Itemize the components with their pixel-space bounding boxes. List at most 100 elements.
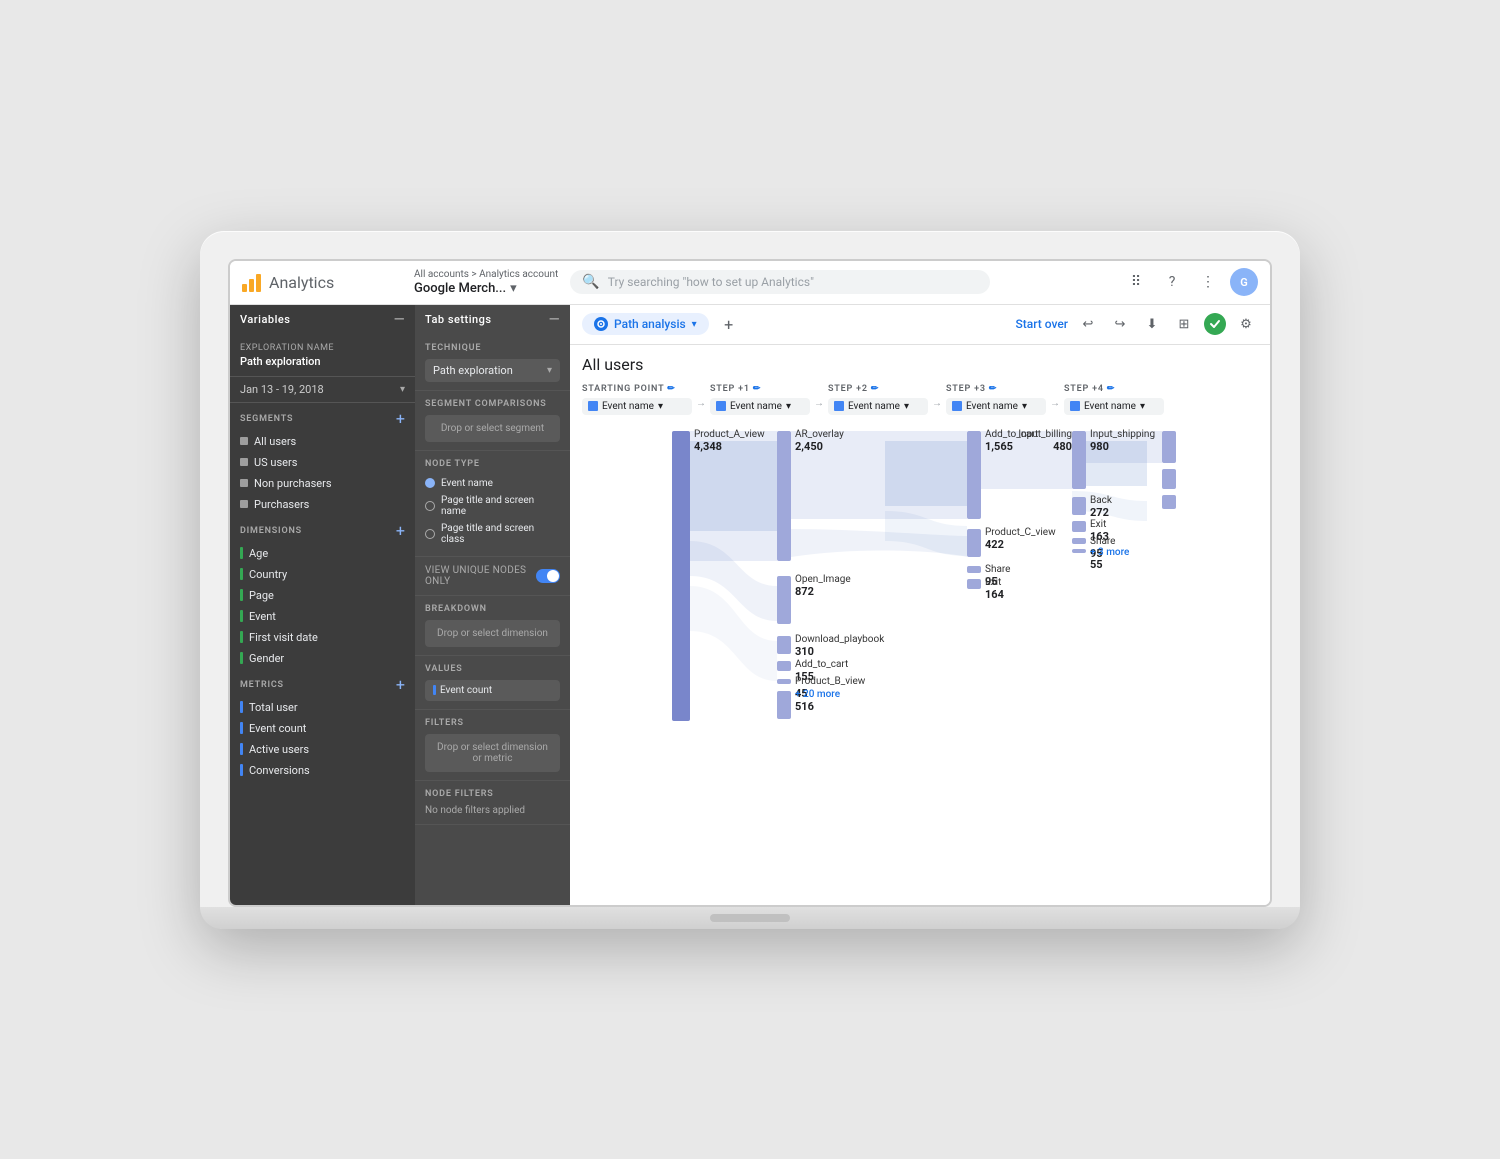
dim-bar bbox=[240, 652, 243, 664]
dim-bar bbox=[240, 589, 243, 601]
dim-age[interactable]: Age bbox=[230, 543, 415, 564]
metric-conversions[interactable]: Conversions bbox=[230, 760, 415, 781]
segment-non-purchasers[interactable]: Non purchasers bbox=[230, 473, 415, 494]
exploration-label: Exploration name bbox=[240, 343, 405, 353]
segments-title: SEGMENTS bbox=[240, 414, 293, 424]
node-label-more1[interactable]: + 20 more 516 bbox=[795, 689, 840, 713]
undo-btn[interactable]: ↩ bbox=[1076, 312, 1100, 336]
path-analysis-label: Path analysis bbox=[614, 317, 686, 331]
node-type-event-name[interactable]: Event name bbox=[425, 475, 560, 492]
date-range[interactable]: Jan 13 - 19, 2018 ▾ bbox=[230, 377, 415, 403]
node-label-inputshipping[interactable]: Input_shipping 980 bbox=[1090, 429, 1155, 453]
event-selector-4[interactable]: Event name ▾ bbox=[1064, 398, 1164, 415]
path-icon bbox=[594, 317, 608, 331]
dim-page[interactable]: Page bbox=[230, 585, 415, 606]
segment-us-users[interactable]: US users bbox=[230, 452, 415, 473]
redo-btn[interactable]: ↪ bbox=[1108, 312, 1132, 336]
node-label-exit2[interactable]: Exit 164 bbox=[985, 577, 1004, 601]
node-label-productc[interactable]: Product_C_view 422 bbox=[985, 527, 1056, 551]
metric-total-user[interactable]: Total user bbox=[230, 697, 415, 718]
breakdown-drop[interactable]: Drop or select dimension bbox=[425, 620, 560, 647]
step4-col: STEP +4 ✏ Event name ▾ bbox=[1064, 384, 1164, 415]
arrow-1: → bbox=[692, 398, 710, 415]
ga-bar-2 bbox=[249, 279, 254, 292]
filters-title: FILTERS bbox=[425, 718, 560, 728]
dim-event[interactable]: Event bbox=[230, 606, 415, 627]
segment-purchasers[interactable]: Purchasers bbox=[230, 494, 415, 515]
viz-left-controls: Path analysis ▾ + bbox=[582, 312, 741, 336]
node-label-ar[interactable]: AR_overlay 2,450 bbox=[795, 429, 844, 453]
node-type-page-title[interactable]: Page title and screen name bbox=[425, 492, 560, 520]
add-dimension-btn[interactable]: + bbox=[396, 523, 405, 539]
top-bar: Analytics All accounts > Analytics accou… bbox=[230, 261, 1270, 305]
event-selector-1[interactable]: Event name ▾ bbox=[710, 398, 810, 415]
view-unique-toggle[interactable] bbox=[536, 569, 560, 583]
dim-first-visit[interactable]: First visit date bbox=[230, 627, 415, 648]
add-tab-btn[interactable]: + bbox=[717, 312, 741, 336]
node-label-more3[interactable]: + 3 more 55 bbox=[1090, 547, 1129, 571]
node-filters-section: NODE FILTERS No node filters applied bbox=[415, 781, 570, 825]
segment-comparisons-title: SEGMENT COMPARISONS bbox=[425, 399, 560, 409]
breakdown-section: BREAKDOWN Drop or select dimension bbox=[415, 596, 570, 656]
metric-active-users[interactable]: Active users bbox=[230, 739, 415, 760]
event-selector-icon bbox=[588, 401, 598, 411]
technique-dropdown[interactable]: Path exploration ▾ bbox=[425, 359, 560, 382]
segment-name: Purchasers bbox=[254, 498, 309, 511]
node-label-start[interactable]: Product_A_view 4,348 bbox=[694, 429, 765, 453]
add-segment-btn[interactable]: + bbox=[396, 411, 405, 427]
node-label-openimage[interactable]: Open_Image 872 bbox=[795, 574, 851, 598]
breadcrumb-area: All accounts > Analytics account Google … bbox=[414, 269, 558, 296]
search-bar[interactable]: 🔍 Try searching "how to set up Analytics… bbox=[570, 270, 990, 294]
event-selector-3[interactable]: Event name ▾ bbox=[946, 398, 1046, 415]
breadcrumb-bottom: Google Merch... ▾ bbox=[414, 281, 558, 296]
event-selector-start[interactable]: Event name ▾ bbox=[582, 398, 692, 415]
grid-icon-btn[interactable]: ⠿ bbox=[1122, 268, 1150, 296]
steps-header: STARTING POINT ✏ Event name ▾ → STEP +1 … bbox=[582, 384, 1258, 415]
segment-comparisons-section: SEGMENT COMPARISONS Drop or select segme… bbox=[415, 391, 570, 451]
dimensions-section-label: DIMENSIONS + bbox=[230, 515, 415, 543]
node-type-page-class[interactable]: Page title and screen class bbox=[425, 520, 560, 548]
values-section: VALUES Event count bbox=[415, 656, 570, 710]
segment-comparison-placeholder: Drop or select segment bbox=[441, 423, 544, 434]
download-btn[interactable]: ⬇ bbox=[1140, 312, 1164, 336]
dim-country[interactable]: Country bbox=[230, 564, 415, 585]
metric-bar bbox=[240, 722, 243, 734]
ga-bar-3 bbox=[256, 274, 261, 292]
node-label-inputbilling[interactable]: Input_billing 480 bbox=[990, 429, 1072, 453]
node-label-back3[interactable]: Back 272 bbox=[1090, 495, 1112, 519]
filters-section: FILTERS Drop or select dimension or metr… bbox=[415, 710, 570, 781]
more-icon-btn[interactable]: ⋮ bbox=[1194, 268, 1222, 296]
avatar-btn[interactable]: G bbox=[1230, 268, 1258, 296]
filter-drop[interactable]: Drop or select dimension or metric bbox=[425, 734, 560, 772]
dim-bar bbox=[240, 610, 243, 622]
value-bar bbox=[433, 685, 436, 695]
start-over-btn[interactable]: Start over bbox=[1015, 317, 1068, 331]
variables-minimize-btn[interactable]: — bbox=[394, 313, 405, 327]
check-circle-btn[interactable] bbox=[1204, 313, 1226, 335]
segment-comparison-drop[interactable]: Drop or select segment bbox=[425, 415, 560, 442]
metrics-title: METRICS bbox=[240, 680, 284, 690]
main-layout: Variables — Exploration name Path explor… bbox=[230, 305, 1270, 905]
node-type-title: NODE TYPE bbox=[425, 459, 560, 469]
dim-gender[interactable]: Gender bbox=[230, 648, 415, 669]
settings-icon-btn[interactable]: ⚙ bbox=[1234, 312, 1258, 336]
segment-all-users[interactable]: All users bbox=[230, 431, 415, 452]
metric-event-count[interactable]: Event count bbox=[230, 718, 415, 739]
starting-point-label: STARTING POINT ✏ bbox=[582, 384, 692, 394]
ga-icon bbox=[242, 272, 261, 292]
dimensions-title: DIMENSIONS bbox=[240, 526, 302, 536]
add-metric-btn[interactable]: + bbox=[396, 677, 405, 693]
help-icon-btn[interactable]: ? bbox=[1158, 268, 1186, 296]
node-label-download[interactable]: Download_playbook 310 bbox=[795, 634, 884, 658]
event-selector-icon bbox=[1070, 401, 1080, 411]
variables-panel: Variables — Exploration name Path explor… bbox=[230, 305, 415, 905]
share-btn[interactable]: ⊞ bbox=[1172, 312, 1196, 336]
tab-settings-minimize-btn[interactable]: — bbox=[549, 313, 560, 327]
technique-section: TECHNIQUE Path exploration ▾ bbox=[415, 335, 570, 391]
arrow-2: → bbox=[810, 398, 828, 415]
arrow-4: → bbox=[1046, 398, 1064, 415]
metric-bar bbox=[240, 764, 243, 776]
breakdown-title: BREAKDOWN bbox=[425, 604, 560, 614]
event-selector-2[interactable]: Event name ▾ bbox=[828, 398, 928, 415]
path-analysis-btn[interactable]: Path analysis ▾ bbox=[582, 313, 709, 335]
